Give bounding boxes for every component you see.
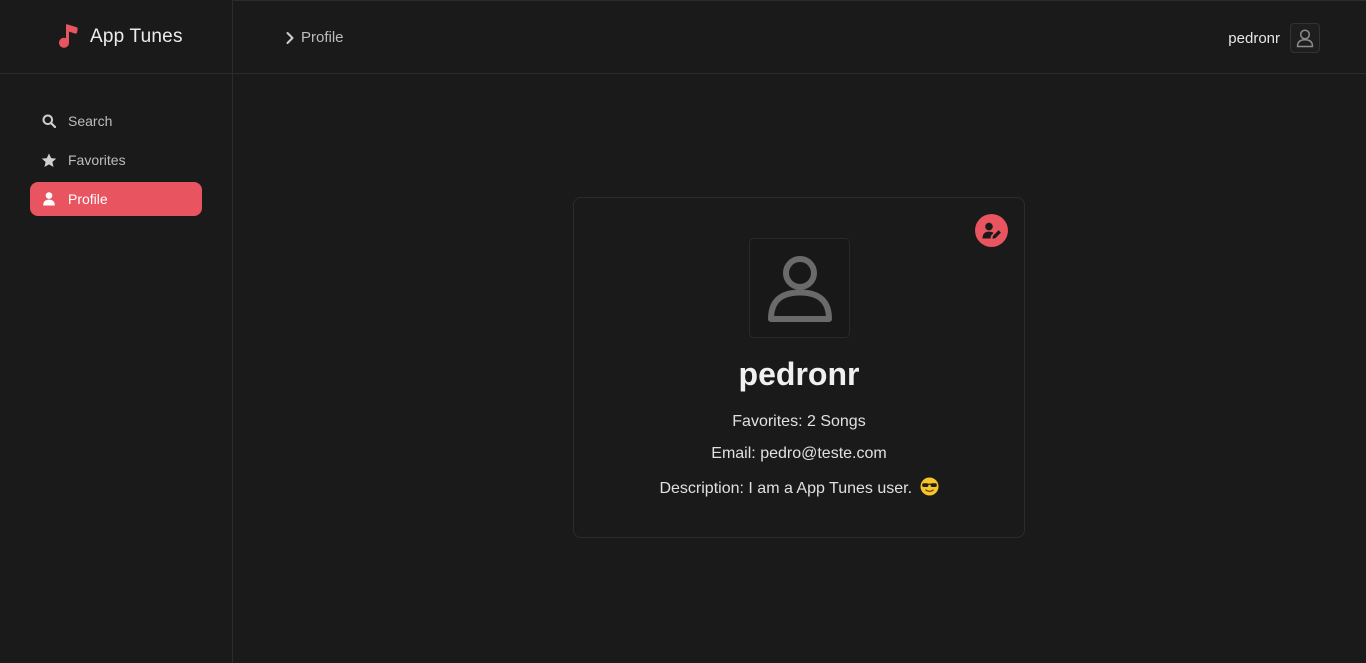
sidebar-item-label: Search <box>68 113 113 129</box>
sidebar-item-favorites[interactable]: Favorites <box>30 143 202 177</box>
description-label: Description: <box>659 480 744 497</box>
brand-name: App Tunes <box>90 25 183 47</box>
profile-email: Email: pedro@teste.com <box>574 445 1024 463</box>
header-username: pedronr <box>1228 29 1280 47</box>
user-icon <box>41 191 57 207</box>
sidebar-nav: Search Favorites Profile <box>0 74 232 216</box>
favorites-value: 2 Songs <box>806 413 866 430</box>
profile-favorites: Favorites: 2 Songs <box>574 413 1024 431</box>
header-user[interactable]: pedronr <box>1228 23 1320 53</box>
app-root: App Tunes Search Favorites Profile Profi… <box>0 0 1366 663</box>
sidebar: App Tunes Search Favorites Profile <box>0 0 233 663</box>
chevron-right-icon <box>285 31 295 45</box>
sunglasses-emoji-icon <box>920 477 939 496</box>
profile-avatar <box>749 238 850 338</box>
top-header: Profile pedronr <box>233 0 1366 74</box>
brand[interactable]: App Tunes <box>0 0 232 74</box>
profile-card: pedronr Favorites: 2 Songs Email: pedro@… <box>573 197 1025 538</box>
user-edit-icon <box>982 222 1002 240</box>
profile-name: pedronr <box>738 356 860 392</box>
email-label: Email: <box>711 445 756 462</box>
star-icon <box>41 152 57 168</box>
email-value: pedro@teste.com <box>760 445 887 462</box>
favorites-label: Favorites: <box>732 413 803 430</box>
sidebar-item-label: Profile <box>68 191 108 207</box>
sidebar-item-search[interactable]: Search <box>30 104 202 138</box>
music-note-icon <box>58 23 80 50</box>
sidebar-item-label: Favorites <box>68 152 126 168</box>
edit-profile-button[interactable] <box>975 214 1008 247</box>
sidebar-item-profile[interactable]: Profile <box>30 182 202 216</box>
breadcrumb: Profile <box>285 1 344 74</box>
description-value: I am a App Tunes user. <box>748 480 913 497</box>
breadcrumb-current: Profile <box>301 29 344 46</box>
search-icon <box>41 113 57 129</box>
profile-description: Description: I am a App Tunes user. <box>574 477 1024 498</box>
user-placeholder-icon <box>767 256 832 322</box>
avatar[interactable] <box>1290 23 1320 53</box>
